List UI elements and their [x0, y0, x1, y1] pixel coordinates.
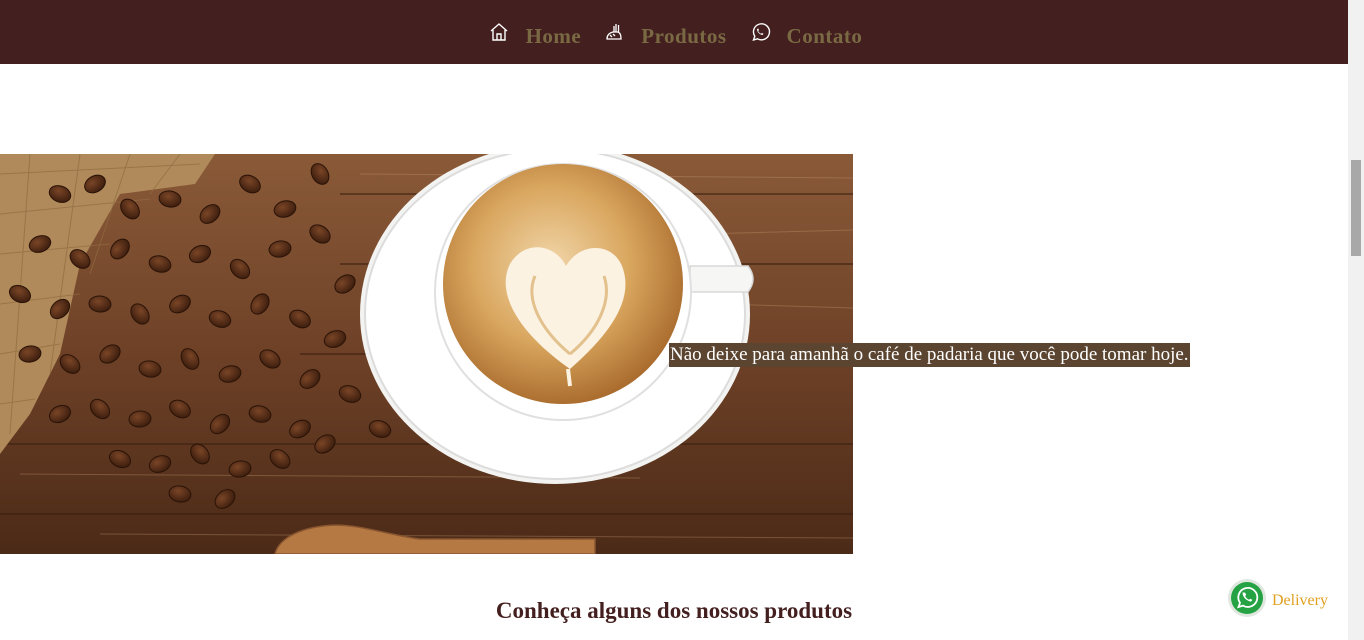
nav-contato[interactable]: Contato — [747, 16, 863, 49]
delivery-label: Delivery — [1272, 591, 1328, 609]
home-icon — [486, 19, 512, 45]
main-navbar: Home Produtos Contato — [0, 0, 1348, 64]
scrollbar-thumb[interactable] — [1351, 160, 1361, 256]
nav-produtos-label: Produtos — [641, 23, 727, 48]
page-scrollbar[interactable] — [1348, 0, 1364, 640]
whatsapp-icon — [747, 19, 773, 45]
whatsapp-icon — [1227, 578, 1267, 623]
nav-home[interactable]: Home — [486, 16, 582, 49]
hero-slogan: Não deixe para amanhã o café de padaria … — [669, 343, 1190, 367]
nav-produtos[interactable]: Produtos — [601, 16, 726, 49]
nav-contato-label: Contato — [786, 23, 863, 48]
delivery-whatsapp-button[interactable]: Delivery — [1227, 578, 1328, 623]
products-section-title: Conheça alguns dos nossos produtos — [495, 598, 853, 623]
bread-icon — [601, 19, 627, 45]
nav-home-label: Home — [525, 23, 582, 48]
